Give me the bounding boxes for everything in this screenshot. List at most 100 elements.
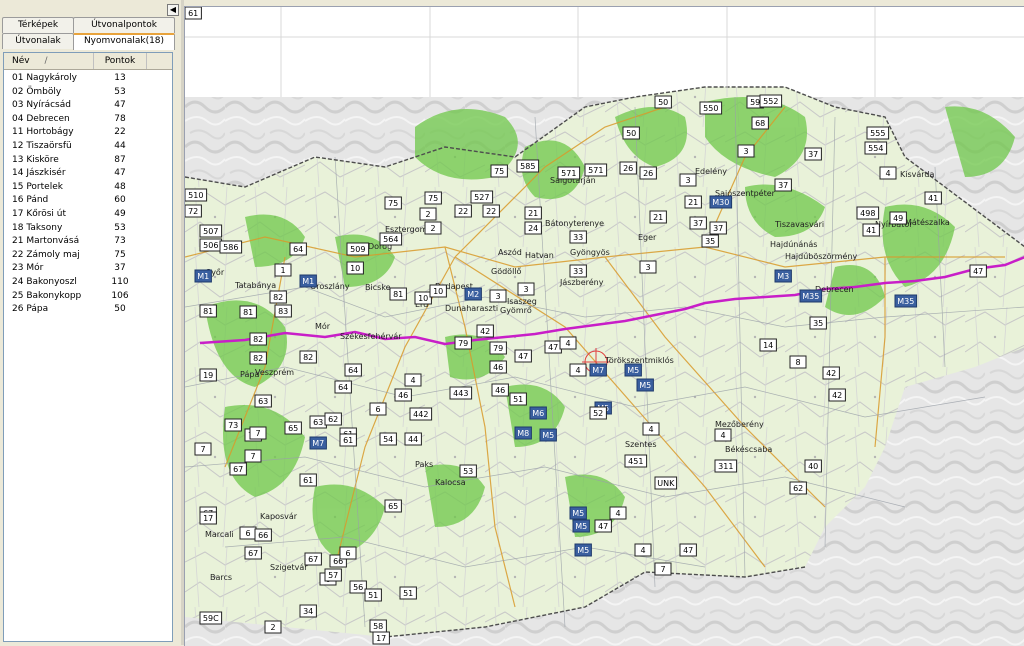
waypoint-marker[interactable]: 57 <box>324 568 342 582</box>
waypoint-marker[interactable]: 3 <box>679 173 697 187</box>
track-row[interactable]: 23 Mór 37 <box>4 262 172 276</box>
waypoint-marker[interactable]: 82 <box>249 332 267 346</box>
waypoint-marker[interactable]: 61 <box>339 433 357 447</box>
waypoint-marker[interactable]: 10 <box>346 261 364 275</box>
waypoint-marker[interactable]: 21 <box>524 206 542 220</box>
waypoint-marker[interactable]: 75 <box>490 164 508 178</box>
waypoint-marker[interactable]: 56 <box>349 580 367 594</box>
track-row[interactable]: 16 Pánd 60 <box>4 194 172 208</box>
waypoint-marker[interactable]: 61 <box>299 473 317 487</box>
track-row[interactable]: 14 Jászkisér 47 <box>4 167 172 181</box>
highway-shield[interactable]: M5 <box>569 506 587 520</box>
waypoint-marker[interactable]: 498 <box>856 206 880 220</box>
waypoint-marker[interactable]: 311 <box>714 459 738 473</box>
waypoint-marker[interactable]: 72 <box>185 204 202 218</box>
map-canvas[interactable]: GyőrTatabányaEsztergomDorogOroszlány Bics… <box>185 7 1024 646</box>
waypoint-marker[interactable]: 3 <box>517 282 535 296</box>
waypoint-marker[interactable]: 6 <box>339 546 357 560</box>
highway-shield[interactable]: M35 <box>799 289 823 303</box>
waypoint-marker[interactable]: 50 <box>654 95 672 109</box>
waypoint-marker[interactable]: 26 <box>639 166 657 180</box>
waypoint-marker[interactable]: 7 <box>194 442 212 456</box>
highway-shield[interactable]: M5 <box>624 363 642 377</box>
waypoint-marker[interactable]: 81 <box>389 287 407 301</box>
waypoint-marker[interactable]: 51 <box>364 588 382 602</box>
waypoint-marker[interactable]: 442 <box>409 407 433 421</box>
waypoint-marker[interactable]: 33 <box>569 230 587 244</box>
waypoint-marker[interactable]: 22 <box>482 204 500 218</box>
waypoint-marker[interactable]: 51 <box>399 586 417 600</box>
waypoint-marker[interactable]: 6 <box>239 526 257 540</box>
highway-shield[interactable]: M5 <box>574 543 592 557</box>
waypoint-marker[interactable]: 44 <box>404 432 422 446</box>
waypoint-marker[interactable]: 2 <box>424 221 442 235</box>
track-row[interactable]: 02 Ömböly 53 <box>4 86 172 100</box>
waypoint-marker[interactable]: 46 <box>489 360 507 374</box>
waypoint-marker[interactable]: 451 <box>624 454 648 468</box>
waypoint-marker[interactable]: 19 <box>199 368 217 382</box>
waypoint-marker[interactable]: 62 <box>789 481 807 495</box>
waypoint-marker[interactable]: 26 <box>619 161 637 175</box>
waypoint-marker[interactable]: 33 <box>569 264 587 278</box>
waypoint-marker[interactable]: 66 <box>254 528 272 542</box>
track-row[interactable]: 03 Nyírácsád 47 <box>4 99 172 113</box>
waypoint-marker[interactable]: 59C <box>199 611 223 625</box>
waypoint-marker[interactable]: 68 <box>751 116 769 130</box>
waypoint-marker[interactable]: 47 <box>969 264 987 278</box>
column-header-points[interactable]: Pontok <box>94 53 147 69</box>
waypoint-marker[interactable]: 53 <box>459 464 477 478</box>
waypoint-marker[interactable]: 17 <box>199 511 217 525</box>
waypoint-marker[interactable]: 67 <box>229 462 247 476</box>
waypoint-marker[interactable]: 35 <box>809 316 827 330</box>
highway-shield[interactable]: M3 <box>774 269 792 283</box>
waypoint-marker[interactable]: 49 <box>889 211 907 225</box>
tab-tracks[interactable]: Nyomvonalak(18) <box>73 33 175 50</box>
waypoint-marker[interactable]: 63 <box>254 394 272 408</box>
waypoint-marker[interactable]: 42 <box>476 324 494 338</box>
waypoint-marker[interactable]: 41 <box>862 223 880 237</box>
waypoint-marker[interactable]: 65 <box>384 499 402 513</box>
waypoint-marker[interactable]: 6 <box>369 402 387 416</box>
track-row[interactable]: 25 Bakonykopp 106 <box>4 290 172 304</box>
tab-routes[interactable]: Útvonalak <box>2 33 74 49</box>
waypoint-marker[interactable]: 571 <box>557 166 581 180</box>
waypoint-marker[interactable]: 34 <box>299 604 317 618</box>
waypoint-marker[interactable]: 54 <box>379 432 397 446</box>
waypoint-marker[interactable]: 64 <box>344 363 362 377</box>
waypoint-marker[interactable]: 17 <box>372 631 390 645</box>
waypoint-marker[interactable]: 7 <box>249 426 267 440</box>
waypoint-marker[interactable]: 21 <box>684 195 702 209</box>
waypoint-marker[interactable]: 10 <box>414 291 432 305</box>
track-row[interactable]: 21 Martonvásá 73 <box>4 235 172 249</box>
waypoint-marker[interactable]: 65 <box>284 421 302 435</box>
waypoint-marker[interactable]: 554 <box>864 141 888 155</box>
waypoint-marker[interactable]: 4 <box>634 543 652 557</box>
waypoint-marker[interactable]: 14 <box>759 338 777 352</box>
waypoint-marker[interactable]: 75 <box>384 196 402 210</box>
waypoint-marker[interactable]: 37 <box>774 178 792 192</box>
waypoint-marker[interactable]: 42 <box>828 388 846 402</box>
collapse-panel-button[interactable]: ◀ <box>167 4 179 16</box>
waypoint-marker[interactable]: 10 <box>429 284 447 298</box>
highway-shield[interactable]: M1 <box>299 274 317 288</box>
waypoint-marker[interactable]: 67 <box>304 552 322 566</box>
highway-shield[interactable]: M5 <box>636 378 654 392</box>
waypoint-marker[interactable]: UNK <box>654 476 678 490</box>
waypoint-marker[interactable]: 2 <box>264 620 282 634</box>
waypoint-marker[interactable]: 7 <box>654 562 672 576</box>
highway-shield[interactable]: M6 <box>529 406 547 420</box>
waypoint-marker[interactable]: 79 <box>489 341 507 355</box>
waypoint-marker[interactable]: 509 <box>346 242 370 256</box>
waypoint-marker[interactable]: 46 <box>394 388 412 402</box>
waypoint-marker[interactable]: 83 <box>274 304 292 318</box>
waypoint-marker[interactable]: 3 <box>737 144 755 158</box>
waypoint-marker[interactable]: 527 <box>470 190 494 204</box>
waypoint-marker[interactable]: 507 <box>199 224 223 238</box>
waypoint-marker[interactable]: 42 <box>822 366 840 380</box>
waypoint-marker[interactable]: 22 <box>454 204 472 218</box>
highway-shield[interactable]: M2 <box>464 287 482 301</box>
waypoint-marker[interactable]: 37 <box>709 221 727 235</box>
track-row[interactable]: 18 Taksony 53 <box>4 222 172 236</box>
waypoint-marker[interactable]: 81 <box>199 304 217 318</box>
track-row[interactable]: 13 Kisköre 87 <box>4 154 172 168</box>
